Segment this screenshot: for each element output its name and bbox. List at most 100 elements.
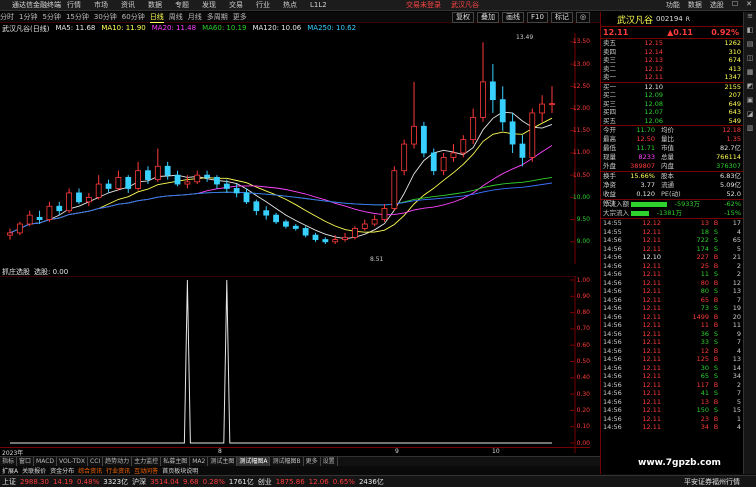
tab-macd[interactable]: MACD [34,457,58,466]
tick-list[interactable]: 14:55 12.12 13 B 17 14:55 12.11 18 S 4 14:56 12.11 7… [601,218,743,432]
tick-count: 21 [732,253,741,261]
ma20-value: MA20: 11.48 [151,24,197,32]
tick-price: 12.12 [642,219,661,227]
menu-item-news[interactable]: 资讯 [121,0,135,10]
tab-main-monitor[interactable]: 主力监控 [132,457,162,466]
sidebar-icon[interactable]: ≡ [744,12,756,26]
order-book-row[interactable]: 买四 12.07 643 [601,108,743,117]
menu-item-trade[interactable]: 交易 [229,0,243,10]
order-price: 12.11 [644,73,663,81]
tab-window[interactable]: 窗口 [17,457,35,466]
tab-ma2[interactable]: MA2 [190,457,209,466]
tick-row: 14:56 12.11 34 B 4 [601,423,743,432]
menu-item-industry[interactable]: 行业 [256,0,270,10]
order-book-row[interactable]: 买一 12.10 2155 [601,83,743,92]
stat-key: 最高 [603,135,616,143]
cy-label[interactable]: 创业 [258,477,272,487]
order-book-row[interactable]: 卖四 12.14 310 [601,48,743,57]
period-tab-active[interactable]: 日线 [149,12,164,23]
sidebar-icon[interactable]: ▥ [744,124,756,138]
stock-picker-menu[interactable]: 选股 [710,0,724,10]
order-book-row[interactable]: 卖一 12.11 1347 [601,73,743,82]
sidebar-icon[interactable]: ◩ [744,82,756,96]
function-menu[interactable]: 功能 [666,0,680,10]
menu-bar: 通达信金融终端 行情 市场 资讯 数据 专题 发现 交易 行业 热点 L1L2 … [0,0,756,11]
sidebar-icon[interactable]: ◧ [744,26,756,40]
sidebar-icon[interactable]: ▦ [744,68,756,82]
order-book-row[interactable]: 卖五 12.15 1262 [601,39,743,48]
data-menu[interactable]: 数据 [688,0,702,10]
f10-button[interactable]: F10 [527,11,548,23]
adjust-button[interactable]: 复权 [452,11,474,23]
overlay-button[interactable]: 叠加 [477,11,499,23]
tick-price: 12.11 [642,329,661,338]
period-tab-more[interactable]: 更多 [233,12,247,22]
order-volume: 1347 [724,73,741,81]
tab-vol[interactable]: VOL-TDX [57,457,88,466]
menu-item-data[interactable]: 数据 [148,0,162,10]
tick-volume: 65 [700,295,709,304]
maximize-icon[interactable]: ☐ [732,0,738,10]
order-book-row[interactable]: 买二 12.09 207 [601,91,743,100]
tab-settings[interactable]: 设置 [321,457,338,466]
login-status[interactable]: 交易未登录 [406,0,441,10]
sidebar-icon[interactable]: ▤ [744,40,756,54]
sidebar-icon[interactable]: ▣ [744,96,756,110]
tick-side: B [713,278,719,287]
menu-item-market[interactable]: 行情 [67,0,81,10]
sidebar-icon[interactable]: ◫ [744,54,756,68]
tab-test-a[interactable]: 测试幅图A [237,457,271,466]
sidebar-icon[interactable]: ◪ [744,110,756,124]
order-book-row[interactable]: 卖二 12.12 413 [601,65,743,74]
tab-indicator[interactable]: 指标 [0,457,18,466]
period-tab[interactable]: 5分钟 [42,12,60,22]
draw-button[interactable]: 画线 [502,11,524,23]
tick-count: 17 [732,219,741,227]
order-book-row[interactable]: 卖三 12.13 674 [601,56,743,65]
price-tick-label: 13.00 [572,60,590,68]
link-related[interactable]: 关联报价 [22,466,46,475]
menu-item-l1l2[interactable]: L1L2 [310,1,327,9]
period-tab[interactable]: 1分钟 [19,12,37,22]
close-icon[interactable]: ✕ [746,0,752,10]
period-tab[interactable]: 多周期 [207,12,228,22]
link-industry-news[interactable]: 行业资讯 [106,466,130,475]
candlestick-chart[interactable]: 13.49 8.51 [0,33,576,264]
menu-item-topics[interactable]: 专题 [175,0,189,10]
period-tab[interactable]: 15分钟 [66,12,89,22]
sh-label[interactable]: 上证 [2,477,16,487]
period-tab[interactable]: 周线 [169,12,183,22]
tab-trend[interactable]: 趋势动力 [103,457,133,466]
tick-count: 13 [732,287,741,295]
link-fund[interactable]: 资金分布 [50,466,74,475]
link-news[interactable]: 综合资讯 [78,466,102,475]
period-tab[interactable]: 分时 [0,12,14,22]
settings-icon[interactable]: ◎ [575,11,591,23]
stat-key: 最低 [603,144,616,152]
period-tab[interactable]: 60分钟 [122,12,145,22]
tick-volume: 73 [700,304,709,312]
menu-item-hot[interactable]: 热点 [283,0,297,10]
tick-side: B [713,295,719,304]
tick-side: S [713,338,719,346]
tab-cci[interactable]: CCI [88,457,104,466]
order-book-row[interactable]: 买五 12.06 549 [601,117,743,126]
indicator-chart[interactable] [0,276,576,453]
period-tab[interactable]: 30分钟 [94,12,117,22]
menu-item-discover[interactable]: 发现 [202,0,216,10]
link-extend[interactable]: 扩展A [2,466,18,475]
period-tab[interactable]: 月线 [188,12,202,22]
tick-count: 20 [732,312,741,321]
link-sector[interactable]: 首页板块说明 [162,466,198,475]
tab-more[interactable]: 更多 [304,457,321,466]
tab-test-main[interactable]: 测试主图 [208,457,238,466]
menu-item-markets[interactable]: 市场 [94,0,108,10]
order-book-row[interactable]: 买三 12.08 649 [601,100,743,109]
tick-row: 14:56 12.11 11 B 11 [601,321,743,330]
link-qa[interactable]: 互动问答 [134,466,158,475]
stat-row: 净资 3.77 流通 5.09亿 [601,181,743,190]
hs-label[interactable]: 沪深 [132,477,146,487]
tab-private[interactable]: 私募主图 [161,457,191,466]
mark-button[interactable]: 标记 [550,11,573,23]
tab-test-b[interactable]: 测试幅图B [270,457,304,466]
